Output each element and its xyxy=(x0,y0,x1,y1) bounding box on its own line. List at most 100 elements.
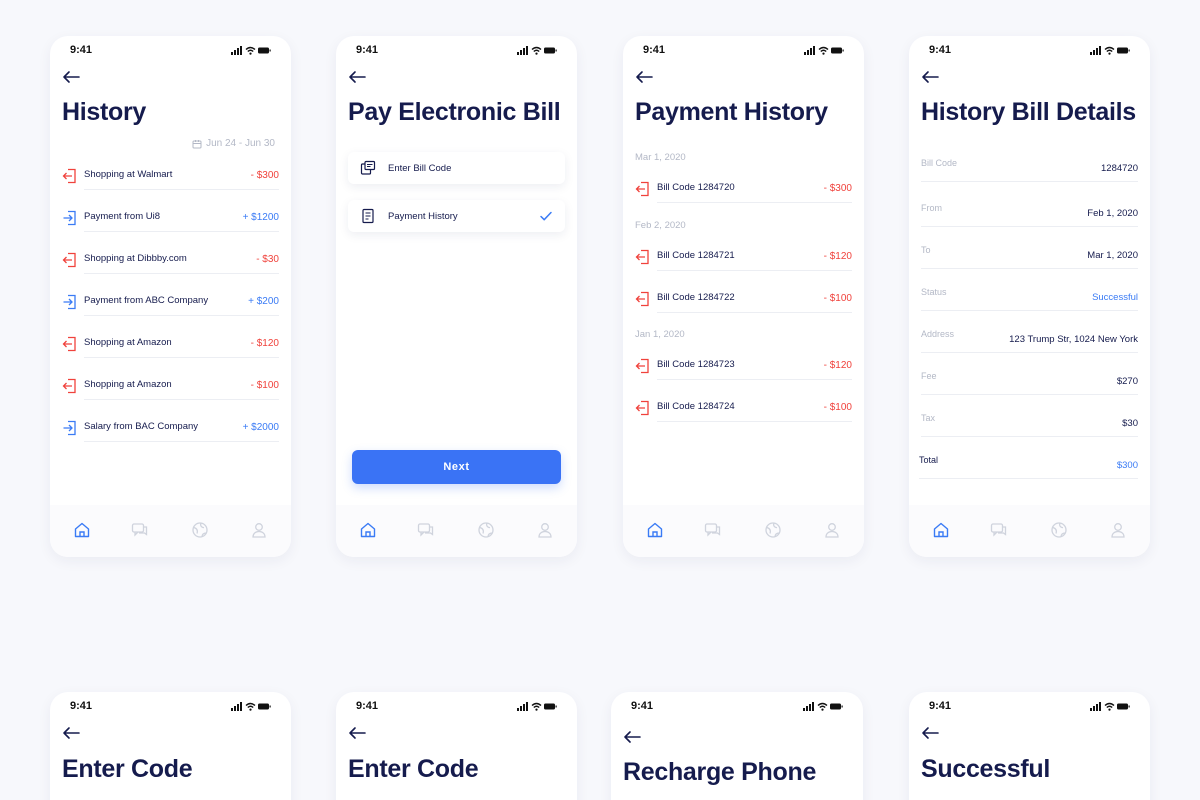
home-icon[interactable] xyxy=(73,521,91,539)
status-time: 9:41 xyxy=(631,700,654,712)
bill-label: Bill Code 1284722 xyxy=(657,292,735,303)
back-arrow-icon[interactable] xyxy=(921,70,939,84)
bill-row[interactable]: Bill Code 1284724 - $100 xyxy=(635,396,852,422)
option-label: Enter Bill Code xyxy=(388,163,452,174)
next-button[interactable]: Next xyxy=(352,450,561,484)
screen-enter-code-2: 9:41 Enter Code xyxy=(336,692,577,800)
bill-row[interactable]: Bill Code 1284723 - $120 xyxy=(635,354,852,380)
status-bar: 9:41 xyxy=(611,700,863,714)
transaction-label: Payment from ABC Company xyxy=(84,295,209,306)
transaction-amount: - $30 xyxy=(256,254,279,265)
transaction-label: Shopping at Dibbby.com xyxy=(84,253,187,264)
divider xyxy=(657,270,852,271)
transaction-row[interactable]: Payment from Ui8 + $1200 xyxy=(62,206,279,232)
outgoing-icon xyxy=(62,378,76,394)
status-time: 9:41 xyxy=(70,44,93,56)
transaction-row[interactable]: Shopping at Amazon - $100 xyxy=(62,374,279,400)
home-icon[interactable] xyxy=(932,521,950,539)
system-status-icons xyxy=(231,46,271,55)
chat-icon[interactable] xyxy=(417,521,435,539)
outgoing-icon xyxy=(62,168,76,184)
option-payment-history[interactable]: Payment History xyxy=(348,200,565,232)
group-date: Feb 2, 2020 xyxy=(635,220,686,231)
back-arrow-icon[interactable] xyxy=(921,726,939,740)
status-bar: 9:41 xyxy=(336,44,577,58)
back-arrow-icon[interactable] xyxy=(623,730,641,744)
page-title: Pay Electronic Bill xyxy=(348,98,561,126)
home-icon[interactable] xyxy=(359,521,377,539)
transaction-row[interactable]: Salary from BAC Company + $2000 xyxy=(62,416,279,442)
profile-icon[interactable] xyxy=(536,521,554,539)
detail-row-address: Address 123 Trump Str, 1024 New York xyxy=(921,325,1138,353)
detail-key: Total xyxy=(919,455,939,465)
system-status-icons xyxy=(517,46,557,55)
status-time: 9:41 xyxy=(356,44,379,56)
bill-amount: - $100 xyxy=(823,402,852,413)
system-status-icons xyxy=(517,702,557,711)
status-time: 9:41 xyxy=(929,44,952,56)
outgoing-icon xyxy=(635,400,649,416)
back-arrow-icon[interactable] xyxy=(62,70,80,84)
chat-icon[interactable] xyxy=(704,521,722,539)
detail-key: Tax xyxy=(921,413,936,423)
detail-value: $270 xyxy=(1116,376,1138,387)
transaction-row[interactable]: Shopping at Walmart - $300 xyxy=(62,164,279,190)
total-value: $300 xyxy=(1116,460,1138,471)
page-title: Enter Code xyxy=(348,755,479,783)
detail-value: Mar 1, 2020 xyxy=(1087,250,1138,261)
bill-code-icon xyxy=(360,160,376,175)
transaction-row[interactable]: Shopping at Amazon - $120 xyxy=(62,332,279,358)
outgoing-icon xyxy=(635,181,649,197)
transaction-row[interactable]: Shopping at Dibbby.com - $30 xyxy=(62,248,279,274)
chat-icon[interactable] xyxy=(131,521,149,539)
transaction-label: Payment from Ui8 xyxy=(84,211,161,222)
tab-bar xyxy=(623,505,864,557)
transaction-label: Salary from BAC Company xyxy=(84,421,199,432)
transaction-row[interactable]: Payment from ABC Company + $200 xyxy=(62,290,279,316)
bill-row[interactable]: Bill Code 1284722 - $100 xyxy=(635,287,852,313)
profile-icon[interactable] xyxy=(823,521,841,539)
tab-bar xyxy=(909,505,1150,557)
back-arrow-icon[interactable] xyxy=(62,726,80,740)
home-icon[interactable] xyxy=(646,521,664,539)
divider xyxy=(84,231,279,232)
globe-icon[interactable] xyxy=(1050,521,1068,539)
profile-icon[interactable] xyxy=(250,521,268,539)
globe-icon[interactable] xyxy=(477,521,495,539)
detail-value: Feb 1, 2020 xyxy=(1087,208,1138,219)
back-arrow-icon[interactable] xyxy=(348,70,366,84)
back-arrow-icon[interactable] xyxy=(635,70,653,84)
bill-row[interactable]: Bill Code 1284720 - $300 xyxy=(635,177,852,203)
detail-value: $30 xyxy=(1122,418,1138,429)
globe-icon[interactable] xyxy=(191,521,209,539)
bill-amount: - $120 xyxy=(823,360,852,371)
bill-row[interactable]: Bill Code 1284721 - $120 xyxy=(635,245,852,271)
bill-amount: - $300 xyxy=(823,183,852,194)
divider xyxy=(657,202,852,203)
detail-value: 123 Trump Str, 1024 New York xyxy=(1009,334,1138,345)
profile-icon[interactable] xyxy=(1109,521,1127,539)
status-bar: 9:41 xyxy=(50,700,291,714)
status-time: 9:41 xyxy=(643,44,666,56)
option-enter-bill-code[interactable]: Enter Bill Code xyxy=(348,152,565,184)
date-range-filter[interactable]: Jun 24 - Jun 30 xyxy=(192,138,275,149)
globe-icon[interactable] xyxy=(764,521,782,539)
detail-key: Status xyxy=(921,287,947,297)
detail-row-from: From Feb 1, 2020 xyxy=(921,199,1138,227)
chat-icon[interactable] xyxy=(990,521,1008,539)
transaction-amount: - $120 xyxy=(250,338,279,349)
group-date: Mar 1, 2020 xyxy=(635,152,686,163)
incoming-icon xyxy=(63,210,76,226)
transaction-amount: + $2000 xyxy=(242,422,279,433)
tab-bar xyxy=(336,505,577,557)
transaction-amount: + $1200 xyxy=(242,212,279,223)
divider xyxy=(921,310,1138,311)
divider xyxy=(84,189,279,190)
screen-enter-code-1: 9:41 Enter Code xyxy=(50,692,291,800)
status-time: 9:41 xyxy=(70,700,93,712)
screen-successful: 9:41 Successful xyxy=(909,692,1150,800)
page-title: Recharge Phone xyxy=(623,758,817,786)
divider xyxy=(921,268,1138,269)
back-arrow-icon[interactable] xyxy=(348,726,366,740)
status-badge: Successful xyxy=(1092,292,1138,303)
